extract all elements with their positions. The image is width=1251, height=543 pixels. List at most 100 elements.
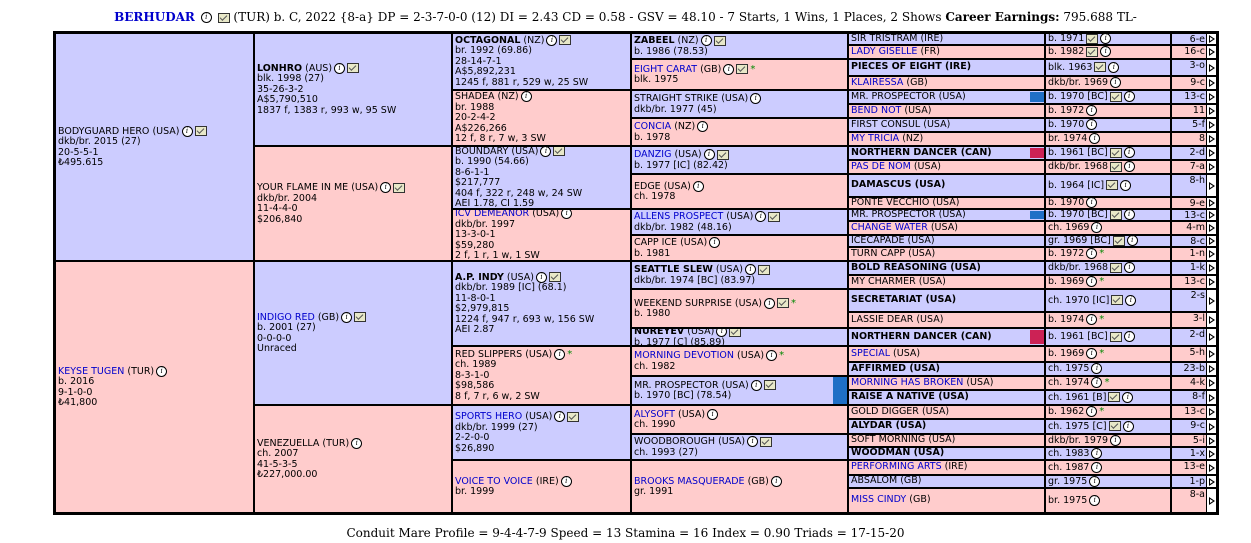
info-icon[interactable]: i	[1089, 133, 1101, 145]
photo-icon[interactable]	[716, 149, 729, 160]
horse-name[interactable]: GOLD DIGGER	[851, 406, 919, 417]
expand-arrow-icon[interactable]	[1206, 347, 1216, 361]
expand-arrow-icon[interactable]	[1206, 161, 1216, 173]
horse-name[interactable]: EIGHT CARAT	[634, 64, 697, 75]
photo-icon[interactable]	[559, 35, 572, 46]
horse-name[interactable]: PERFORMING ARTS	[851, 461, 942, 473]
info-icon[interactable]: i	[554, 411, 566, 422]
info-icon[interactable]: i	[1124, 262, 1136, 274]
expand-arrow-icon[interactable]	[1206, 236, 1216, 246]
horse-name[interactable]: ALLENS PROSPECT	[634, 211, 723, 222]
horse-name[interactable]: YOUR FLAME IN ME	[257, 182, 348, 193]
horse-name[interactable]: MR. PROSPECTOR	[851, 91, 936, 102]
photo-icon[interactable]	[768, 211, 781, 222]
photo-icon[interactable]	[548, 272, 561, 282]
photo-icon[interactable]	[217, 12, 230, 23]
horse-name[interactable]: DAMASCUS	[851, 179, 911, 191]
photo-icon[interactable]	[1106, 180, 1119, 191]
photo-icon[interactable]	[1109, 91, 1122, 102]
horse-name[interactable]: AFFIRMED	[851, 363, 906, 374]
info-icon[interactable]: i	[703, 149, 715, 160]
expand-arrow-icon[interactable]	[1206, 133, 1216, 145]
info-icon[interactable]: i	[200, 12, 212, 23]
horse-name[interactable]: LONHRO	[257, 63, 302, 74]
info-icon[interactable]: i	[156, 365, 168, 377]
info-icon[interactable]: i	[697, 121, 709, 132]
info-icon[interactable]: i	[1126, 236, 1138, 246]
photo-icon[interactable]	[1109, 331, 1122, 342]
horse-name[interactable]: TURN CAPP	[851, 248, 905, 259]
photo-icon[interactable]	[1086, 34, 1099, 44]
expand-arrow-icon[interactable]	[1206, 290, 1216, 311]
expand-arrow-icon[interactable]	[1206, 461, 1216, 474]
horse-name[interactable]: BROOKS MASQUERADE	[634, 476, 745, 487]
info-icon[interactable]: i	[755, 211, 767, 222]
photo-icon[interactable]	[567, 411, 580, 422]
info-icon[interactable]: i	[1091, 363, 1103, 375]
photo-icon[interactable]	[1109, 147, 1122, 158]
info-icon[interactable]: i	[1086, 119, 1098, 131]
photo-icon[interactable]	[1086, 46, 1099, 57]
expand-arrow-icon[interactable]	[1206, 198, 1216, 208]
info-icon[interactable]: i	[747, 436, 759, 447]
info-icon[interactable]: i	[1086, 406, 1098, 418]
photo-icon[interactable]	[763, 380, 776, 390]
photo-icon[interactable]	[553, 147, 566, 156]
info-icon[interactable]: i	[716, 329, 728, 337]
horse-name[interactable]: SPECIAL	[851, 348, 890, 359]
info-icon[interactable]: i	[723, 63, 735, 75]
expand-arrow-icon[interactable]	[1206, 77, 1216, 89]
horse-name[interactable]: ALYSOFT	[634, 409, 675, 420]
horse-name[interactable]: SECRETARIAT	[851, 294, 922, 306]
info-icon[interactable]: i	[1123, 147, 1135, 159]
horse-name[interactable]: RED SLIPPERS	[455, 349, 522, 360]
photo-icon[interactable]	[1110, 262, 1123, 273]
info-icon[interactable]: i	[700, 35, 712, 46]
horse-name[interactable]: SPORTS HERO	[455, 411, 522, 422]
info-icon[interactable]: i	[750, 379, 762, 391]
photo-icon[interactable]	[393, 182, 406, 193]
horse-name[interactable]: LADY GISELLE	[851, 46, 917, 57]
info-icon[interactable]: i	[1086, 276, 1098, 288]
horse-name[interactable]: PAS DE NOM	[851, 161, 911, 172]
horse-name[interactable]: CHANGE WATER	[851, 222, 928, 233]
info-icon[interactable]: i	[1091, 448, 1103, 459]
photo-icon[interactable]	[194, 126, 207, 136]
info-icon[interactable]: i	[1122, 391, 1134, 403]
expand-arrow-icon[interactable]	[1206, 329, 1216, 345]
horse-name[interactable]: VENEZUELLA	[257, 438, 319, 449]
photo-icon[interactable]	[1112, 236, 1125, 246]
horse-name[interactable]: MR. PROSPECTOR	[634, 380, 719, 391]
info-icon[interactable]: i	[1124, 161, 1136, 173]
info-icon[interactable]: i	[744, 264, 756, 275]
horse-name[interactable]: SOFT MORNING	[851, 435, 925, 445]
horse-name[interactable]: SHADEA	[455, 91, 495, 103]
horse-name[interactable]: WOODMAN	[851, 448, 910, 458]
horse-name[interactable]: DANZIG	[634, 149, 671, 160]
horse-name[interactable]: SEATTLE SLEW	[634, 264, 713, 275]
expand-arrow-icon[interactable]	[1206, 391, 1216, 404]
horse-name[interactable]: STRAIGHT STRIKE	[634, 93, 718, 104]
horse-name[interactable]: SIR TRISTRAM	[851, 34, 917, 44]
horse-name[interactable]: ICECAPADE	[851, 236, 905, 246]
info-icon[interactable]: i	[1123, 331, 1135, 343]
info-icon[interactable]: i	[766, 350, 778, 361]
info-icon[interactable]: i	[1091, 461, 1103, 473]
horse-name[interactable]: WOODBOROUGH	[634, 436, 715, 447]
horse-name-link[interactable]: BERHUDAR	[114, 10, 195, 24]
info-icon[interactable]: i	[1089, 494, 1101, 506]
photo-icon[interactable]	[1108, 392, 1121, 403]
horse-name[interactable]: LASSIE DEAR	[851, 314, 913, 325]
photo-icon[interactable]	[1094, 62, 1107, 73]
photo-icon[interactable]	[1111, 295, 1124, 306]
horse-name[interactable]: OCTAGONAL	[455, 35, 520, 46]
expand-arrow-icon[interactable]	[1206, 448, 1216, 459]
expand-arrow-icon[interactable]	[1206, 476, 1216, 487]
horse-name[interactable]: KEYSE TUGEN	[58, 366, 124, 377]
info-icon[interactable]: i	[1086, 314, 1098, 326]
horse-name[interactable]: A.P. INDY	[455, 272, 504, 283]
horse-name[interactable]: EDGE	[634, 181, 661, 192]
horse-name[interactable]: RAISE A NATIVE	[851, 391, 935, 403]
photo-icon[interactable]	[1109, 210, 1122, 220]
info-icon[interactable]: i	[546, 34, 558, 46]
